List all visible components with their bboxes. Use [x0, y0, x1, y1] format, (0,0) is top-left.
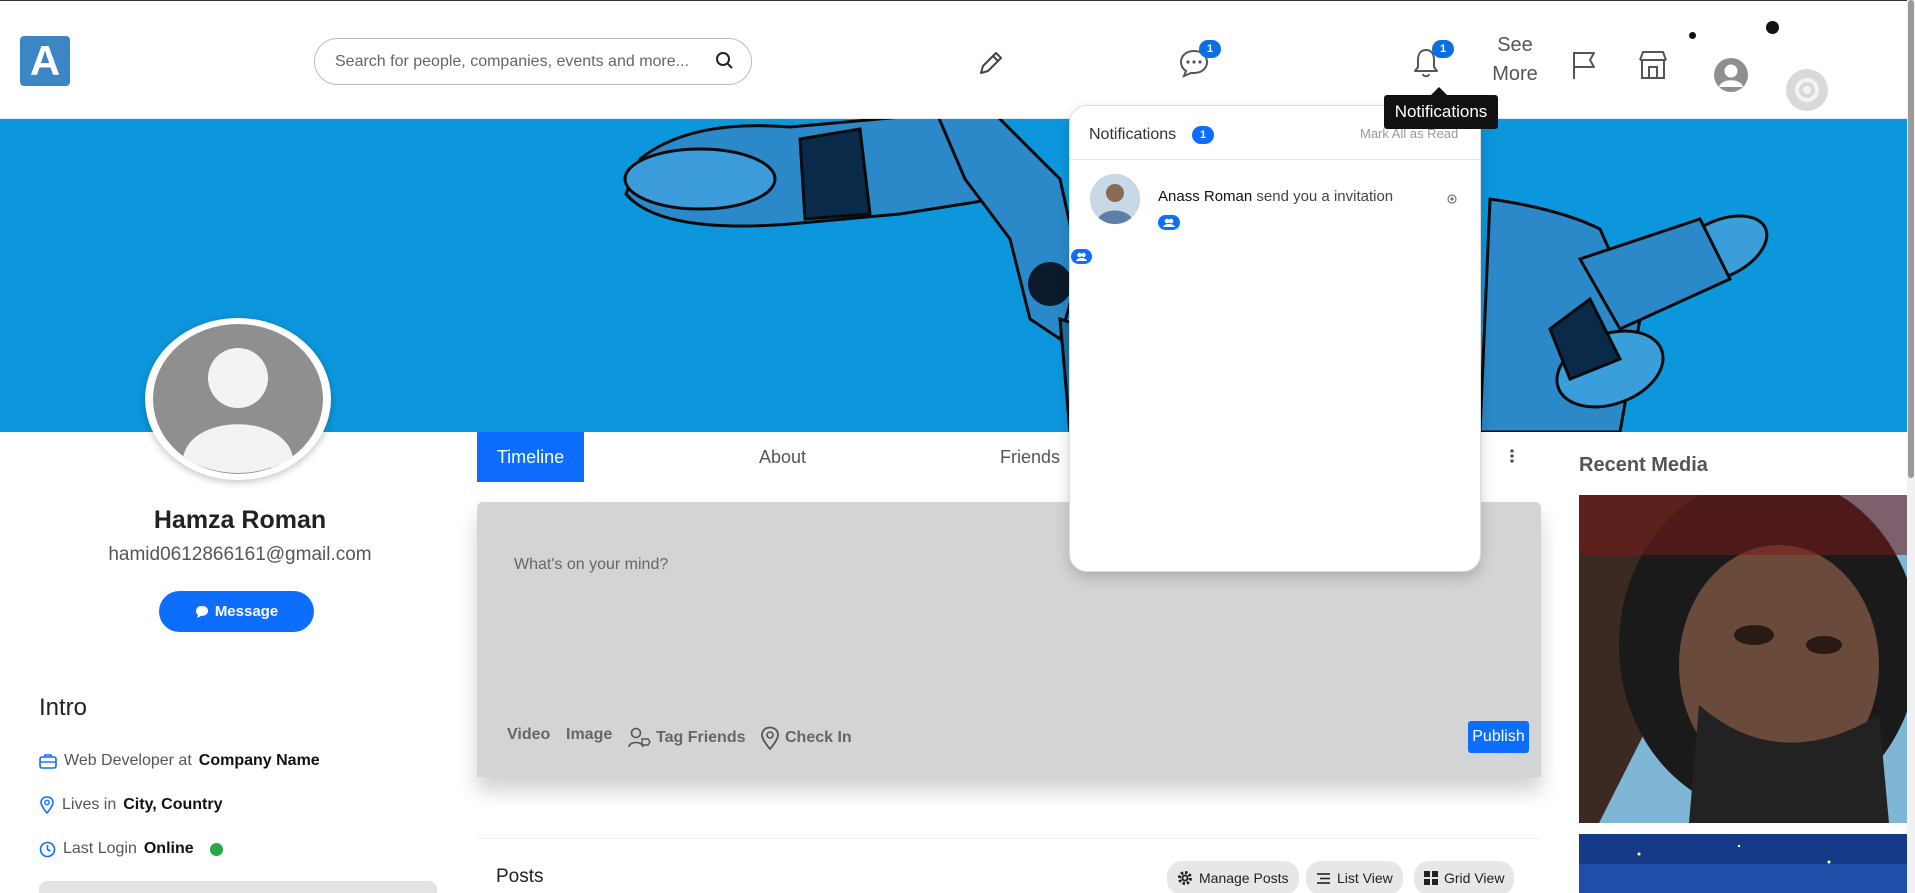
tab-friends[interactable]: Friends	[980, 432, 1080, 482]
status-dot-small	[1689, 32, 1696, 39]
composer-input[interactable]: What's on your mind?	[514, 556, 668, 574]
search-input[interactable]	[335, 51, 695, 73]
friend-request-badge	[1158, 215, 1180, 230]
notification-avatar	[1090, 174, 1140, 224]
list-icon	[1316, 872, 1331, 885]
notifications-title: Notifications	[1089, 126, 1177, 143]
composer-check-in-label: Check In	[785, 729, 852, 746]
search-icon[interactable]	[715, 51, 735, 71]
grid-icon	[1424, 871, 1438, 885]
media-thumbnail-2[interactable]	[1579, 834, 1907, 893]
posts-title: Posts	[496, 866, 544, 887]
manage-posts-button[interactable]: Manage Posts	[1167, 861, 1299, 893]
composer-tag-friends-button[interactable]: Tag Friends	[627, 726, 746, 750]
intro-job-value: Company Name	[198, 752, 320, 769]
intro-location-value: City, Country	[123, 796, 223, 813]
pencil-icon[interactable]	[975, 49, 1005, 79]
intro-login-prefix: Last Login	[63, 840, 137, 857]
grid-view-label: Grid View	[1444, 870, 1505, 886]
see-more-link[interactable]: See More	[1480, 31, 1550, 89]
tab-about[interactable]: About	[735, 432, 830, 482]
intro-location-row: Lives in City, Country	[39, 796, 223, 814]
tooltip-arrow	[1431, 87, 1447, 95]
composer-image-button[interactable]: Image	[566, 726, 612, 744]
check-in-pin-icon	[760, 726, 780, 750]
composer-video-label: Video	[507, 726, 551, 743]
more-options-icon[interactable]	[1505, 449, 1519, 465]
notifications-badge: 1	[1432, 40, 1454, 58]
search-bar	[314, 38, 752, 85]
friend-request-float-badge	[1071, 249, 1092, 264]
flag-icon[interactable]	[1570, 49, 1598, 81]
user-avatar-icon[interactable]	[1713, 57, 1749, 93]
tag-user-icon	[627, 726, 651, 750]
settings-gear-icon[interactable]	[1785, 68, 1829, 112]
intro-login-row: Last Login Online	[39, 840, 223, 858]
posts-header: Posts Manage Posts List View Grid View	[477, 838, 1541, 893]
composer-image-label: Image	[566, 726, 613, 743]
intro-location-prefix: Lives in	[62, 796, 117, 813]
online-status-dot	[209, 842, 223, 856]
status-dot-large	[1766, 21, 1779, 34]
composer-check-in-button[interactable]: Check In	[760, 726, 852, 750]
tab-timeline[interactable]: Timeline	[477, 432, 584, 482]
profile-email: hamid0612866161@gmail.com	[108, 544, 372, 565]
media-thumbnail[interactable]	[1579, 495, 1907, 823]
message-bubble-icon	[195, 605, 209, 619]
messages-badge: 1	[1199, 40, 1221, 58]
page-scrollbar-thumb[interactable]	[1908, 0, 1914, 478]
intro-card-edge	[39, 881, 437, 893]
composer-tag-friends-label: Tag Friends	[656, 729, 746, 746]
notification-item[interactable]: Anass Roman send you a invitation	[1090, 174, 1465, 234]
intro-title: Intro	[39, 694, 88, 721]
top-navbar: A 1 1 See More	[0, 0, 1915, 119]
notification-text: Anass Roman send you a invitation	[1158, 188, 1393, 205]
recent-media-title: Recent Media	[1579, 454, 1708, 476]
app-logo[interactable]: A	[20, 36, 70, 86]
notifications-count-badge: 1	[1192, 126, 1214, 144]
composer-video-button[interactable]: Video	[507, 726, 550, 744]
location-pin-icon	[39, 796, 55, 814]
message-button-label: Message	[214, 603, 279, 620]
notification-sender: Anass Roman	[1158, 188, 1253, 205]
briefcase-icon	[39, 753, 57, 769]
notifications-dropdown: Notifications 1 Mark All as Read Anass R…	[1069, 105, 1481, 572]
notification-message: send you a invitation	[1256, 188, 1394, 205]
gear-icon	[1177, 870, 1193, 886]
dismiss-notification-icon[interactable]	[1447, 194, 1457, 204]
message-button[interactable]: Message	[159, 591, 314, 632]
clock-icon	[39, 841, 56, 858]
grid-view-button[interactable]: Grid View	[1414, 861, 1515, 893]
publish-button[interactable]: Publish	[1468, 721, 1529, 753]
intro-login-value: Online	[143, 840, 194, 857]
profile-avatar[interactable]	[145, 318, 331, 480]
list-view-label: List View	[1337, 870, 1393, 886]
list-view-button[interactable]: List View	[1306, 861, 1403, 893]
notifications-tooltip: Notifications	[1384, 95, 1498, 129]
intro-job-row: Web Developer at Company Name	[39, 752, 320, 770]
manage-posts-label: Manage Posts	[1199, 870, 1289, 886]
profile-name: Hamza Roman	[153, 506, 327, 534]
store-icon[interactable]	[1637, 49, 1669, 81]
intro-job-prefix: Web Developer at	[64, 752, 192, 769]
